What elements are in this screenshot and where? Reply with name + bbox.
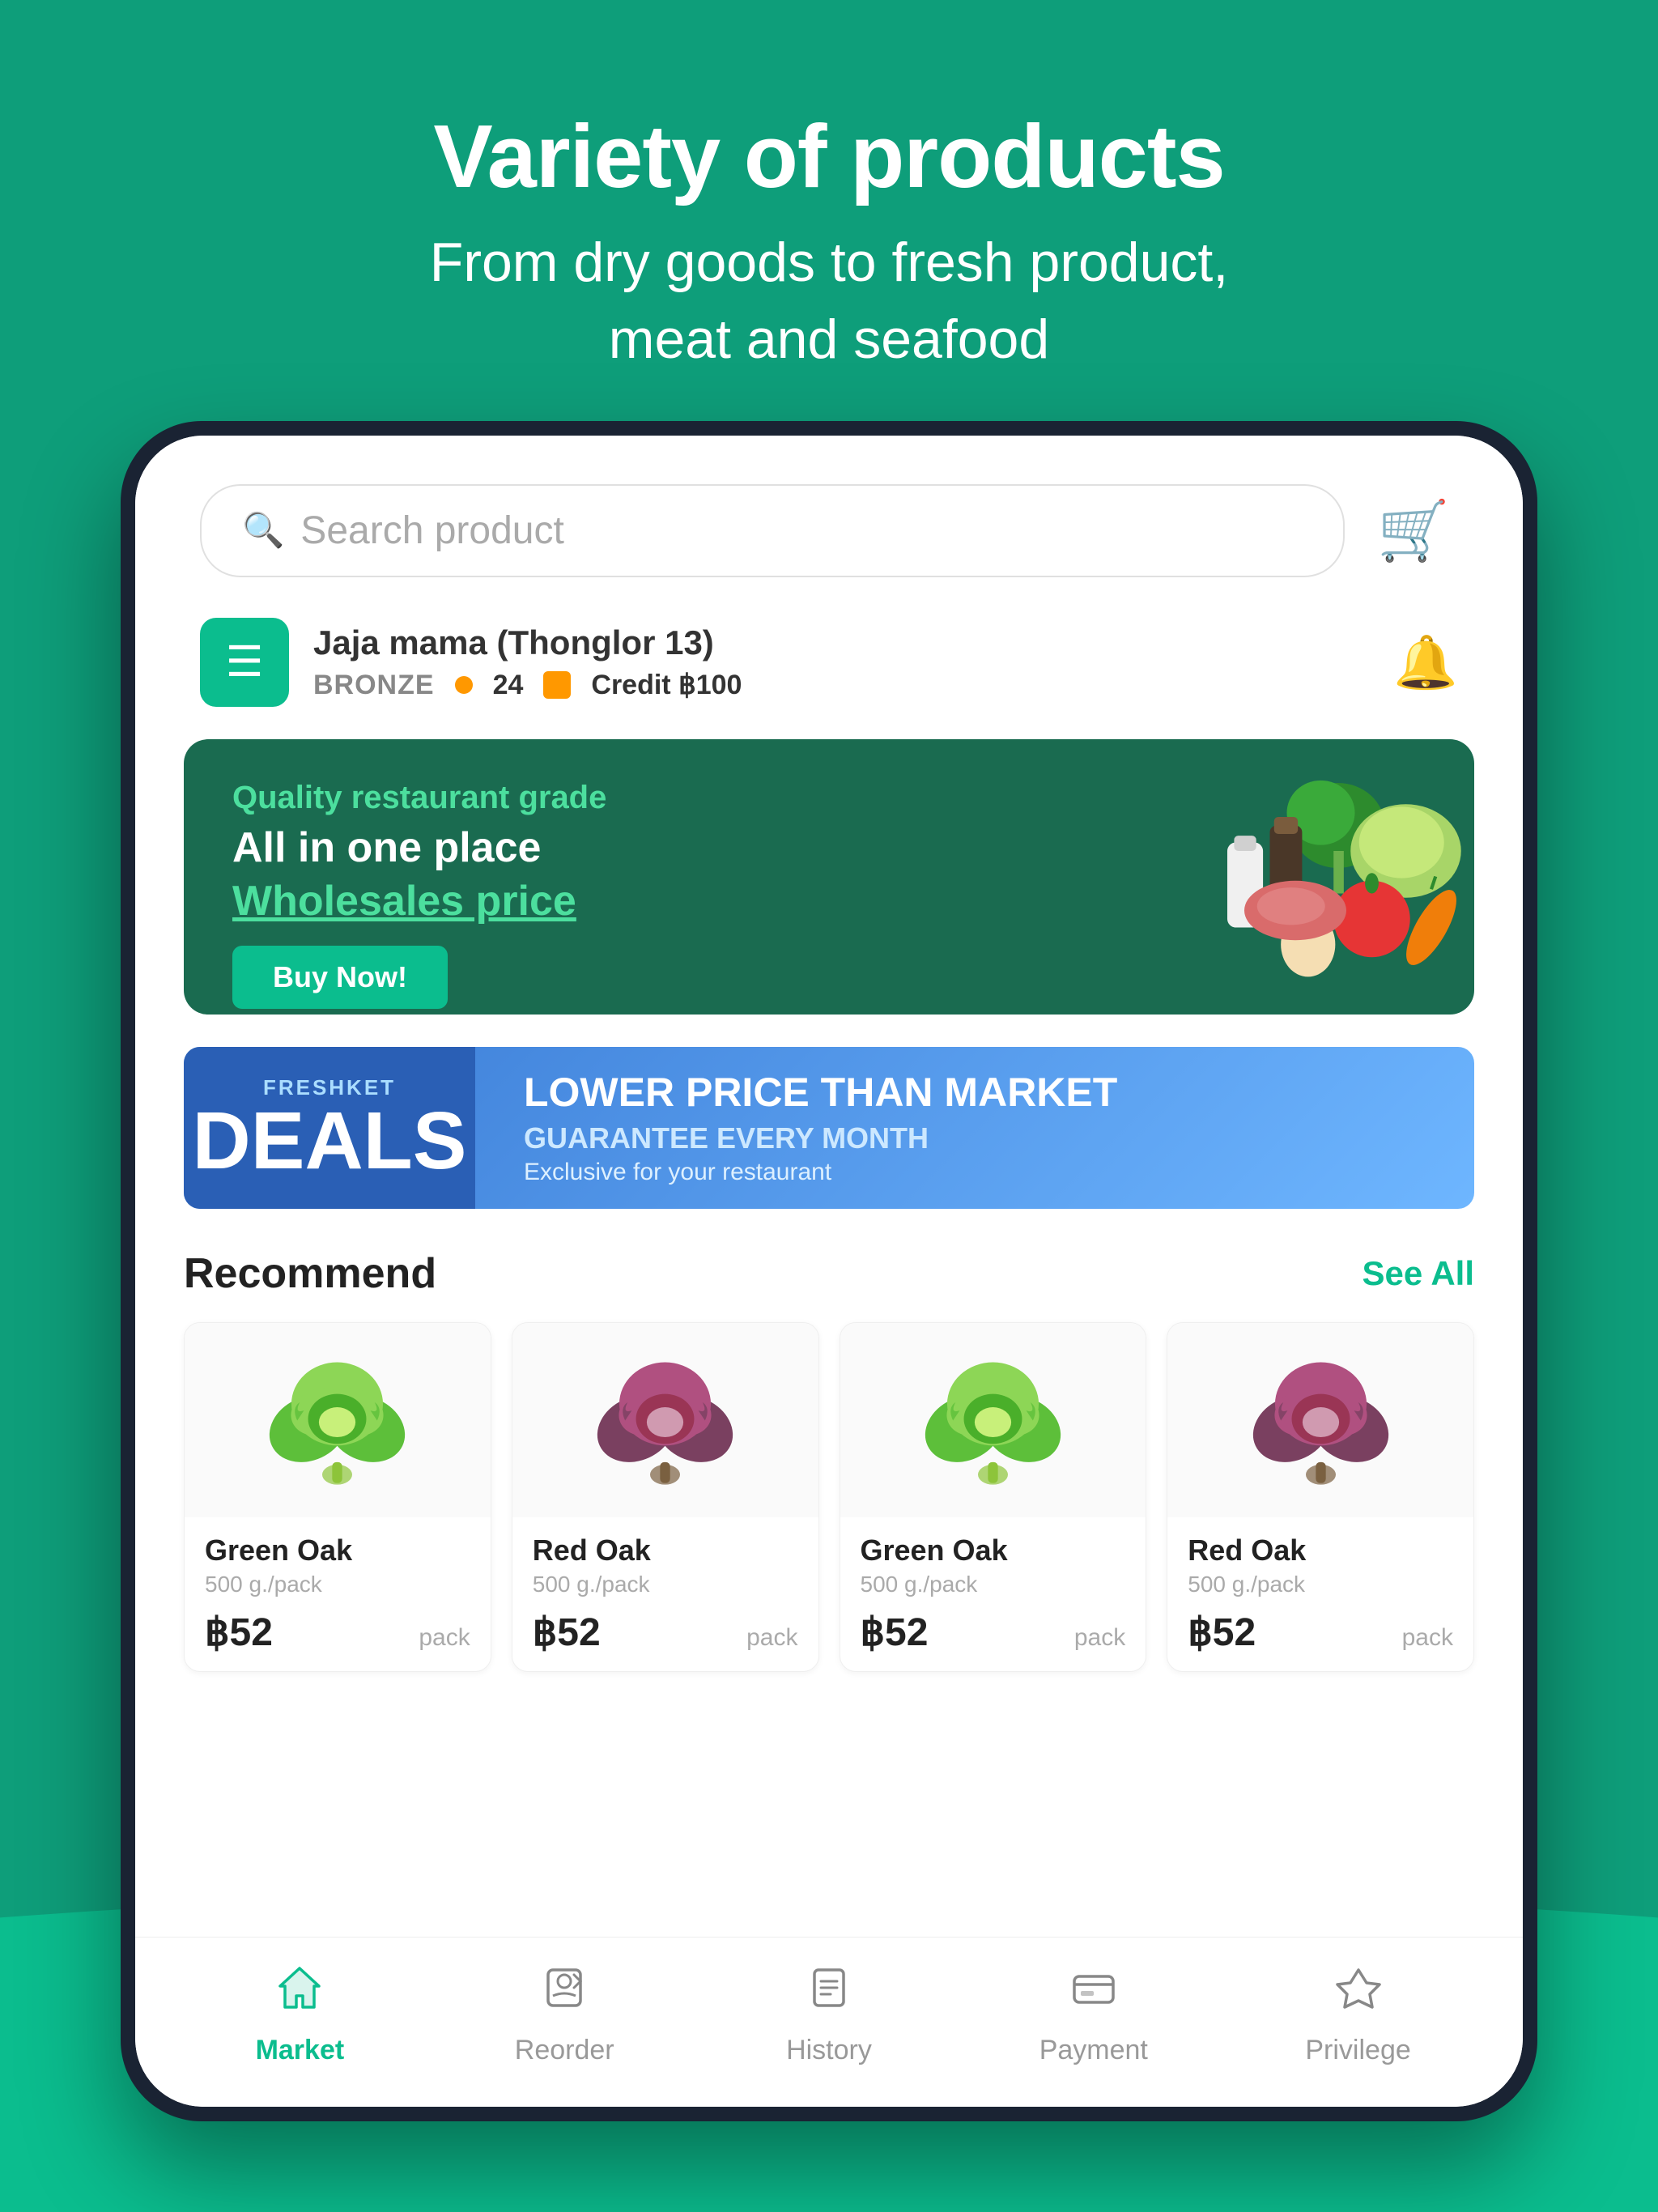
product-image [1167, 1323, 1473, 1517]
market-nav-label: Market [256, 2035, 345, 2066]
banner-quality-label: Quality restaurant grade [232, 780, 1118, 816]
recommend-section: Recommend See All [135, 1249, 1523, 1937]
product-info: Red Oak 500 g./pack ฿52 pack [1167, 1517, 1473, 1671]
product-per-unit: pack [746, 1624, 797, 1652]
lettuce-svg [1246, 1346, 1396, 1495]
product-price-row: ฿52 pack [205, 1610, 470, 1655]
product-card[interactable]: Green Oak 500 g./pack ฿52 pack [840, 1322, 1147, 1672]
privilege-nav-label: Privilege [1305, 2035, 1410, 2066]
product-price: ฿52 [205, 1610, 273, 1655]
deals-subline: GUARANTEE EVERY MONTH [524, 1121, 1426, 1155]
hero-banner: Quality restaurant grade All in one plac… [184, 739, 1474, 1015]
cart-icon: 🛒 [1377, 496, 1450, 565]
credit-icon [543, 671, 571, 699]
search-bar[interactable]: 🔍 Search product [200, 484, 1345, 577]
nav-item-reorder[interactable]: Reorder [483, 1962, 645, 2066]
page-subtitle: From dry goods to fresh product, meat an… [0, 224, 1658, 378]
notification-button[interactable]: 🔔 [1393, 632, 1458, 693]
bottom-nav: Market Reorder History Payment Privilege [135, 1937, 1523, 2107]
payment-nav-label: Payment [1039, 2035, 1148, 2066]
store-name: Jaja mama (Thonglor 13) [313, 623, 742, 662]
store-bar: ☰ Jaja mama (Thonglor 13) BRONZE 24 Cred… [135, 602, 1523, 739]
product-card[interactable]: Red Oak 500 g./pack ฿52 pack [512, 1322, 819, 1672]
section-title: Recommend [184, 1249, 436, 1298]
banner-image [1167, 739, 1474, 1015]
deals-big-text: DEALS [193, 1100, 467, 1181]
products-grid: Green Oak 500 g./pack ฿52 pack [184, 1322, 1474, 1672]
history-nav-label: History [786, 2035, 872, 2066]
product-card[interactable]: Red Oak 500 g./pack ฿52 pack [1167, 1322, 1474, 1672]
menu-button[interactable]: ☰ [200, 618, 289, 707]
buy-now-button[interactable]: Buy Now! [232, 946, 448, 1009]
deals-left: FRESHKET DEALS [184, 1047, 475, 1209]
tier-badge: BRONZE [313, 670, 435, 701]
product-image [512, 1323, 818, 1517]
food-illustration-svg [1167, 739, 1474, 1015]
product-name: Red Oak [533, 1534, 798, 1568]
product-info: Green Oak 500 g./pack ฿52 pack [840, 1517, 1146, 1671]
deals-banner: FRESHKET DEALS LOWER PRICE THAN MARKET G… [184, 1047, 1474, 1209]
search-icon: 🔍 [242, 511, 284, 551]
product-info: Red Oak 500 g./pack ฿52 pack [512, 1517, 818, 1671]
reorder-nav-label: Reorder [515, 2035, 614, 2066]
deals-headline: LOWER PRICE THAN MARKET [524, 1070, 1426, 1115]
product-price: ฿52 [861, 1610, 929, 1655]
product-unit: 500 g./pack [861, 1572, 1126, 1597]
top-bar: 🔍 Search product 🛒 [135, 436, 1523, 602]
product-image [840, 1323, 1146, 1517]
lettuce-svg [918, 1346, 1068, 1495]
product-per-unit: pack [419, 1624, 470, 1652]
product-name: Green Oak [861, 1534, 1126, 1568]
tablet-frame: 🔍 Search product 🛒 ☰ Jaja mama (Thonglor… [121, 421, 1537, 2121]
nav-item-market[interactable]: Market [219, 1962, 380, 2066]
product-name: Green Oak [205, 1534, 470, 1568]
points-value: 24 [493, 670, 524, 701]
product-info: Green Oak 500 g./pack ฿52 pack [185, 1517, 491, 1671]
product-unit: 500 g./pack [205, 1572, 470, 1597]
page-title: Variety of products [0, 105, 1658, 208]
product-unit: 500 g./pack [533, 1572, 798, 1597]
product-image [185, 1323, 491, 1517]
payment-nav-icon [1068, 1962, 1120, 2025]
product-card[interactable]: Green Oak 500 g./pack ฿52 pack [184, 1322, 491, 1672]
nav-item-privilege[interactable]: Privilege [1278, 1962, 1439, 2066]
banner-text: Quality restaurant grade All in one plac… [184, 739, 1167, 1015]
lettuce-svg [262, 1346, 412, 1495]
orange-dot [455, 676, 473, 694]
product-name: Red Oak [1188, 1534, 1453, 1568]
product-price-row: ฿52 pack [861, 1610, 1126, 1655]
nav-item-payment[interactable]: Payment [1013, 1962, 1175, 2066]
product-per-unit: pack [1074, 1624, 1125, 1652]
header-section: Variety of products From dry goods to fr… [0, 0, 1658, 443]
tablet-inner: 🔍 Search product 🛒 ☰ Jaja mama (Thonglor… [135, 436, 1523, 2107]
market-nav-icon [274, 1962, 325, 2025]
lettuce-svg [590, 1346, 740, 1495]
store-info: Jaja mama (Thonglor 13) BRONZE 24 Credit… [313, 623, 742, 701]
product-per-unit: pack [1402, 1624, 1453, 1652]
deals-right: LOWER PRICE THAN MARKET GUARANTEE EVERY … [475, 1047, 1474, 1209]
nav-item-history[interactable]: History [748, 1962, 910, 2066]
product-price: ฿52 [533, 1610, 601, 1655]
credit-text: Credit ฿100 [591, 669, 742, 701]
app-content: 🔍 Search product 🛒 ☰ Jaja mama (Thonglor… [135, 436, 1523, 2107]
deals-extra: Exclusive for your restaurant [524, 1159, 1426, 1186]
hamburger-icon: ☰ [226, 638, 264, 687]
product-unit: 500 g./pack [1188, 1572, 1453, 1597]
see-all-button[interactable]: See All [1362, 1254, 1474, 1293]
section-header: Recommend See All [184, 1249, 1474, 1298]
store-left: ☰ Jaja mama (Thonglor 13) BRONZE 24 Cred… [200, 618, 742, 707]
banner-main-line1: All in one place [232, 823, 1118, 873]
cart-button[interactable]: 🛒 [1369, 487, 1458, 576]
privilege-nav-icon [1333, 1962, 1384, 2025]
history-nav-icon [803, 1962, 855, 2025]
reorder-nav-icon [538, 1962, 590, 2025]
product-price: ฿52 [1188, 1610, 1256, 1655]
product-price-row: ฿52 pack [1188, 1610, 1453, 1655]
search-placeholder: Search product [300, 508, 564, 553]
store-meta: BRONZE 24 Credit ฿100 [313, 669, 742, 701]
product-price-row: ฿52 pack [533, 1610, 798, 1655]
banner-main-line2: Wholesales price [232, 877, 1118, 925]
